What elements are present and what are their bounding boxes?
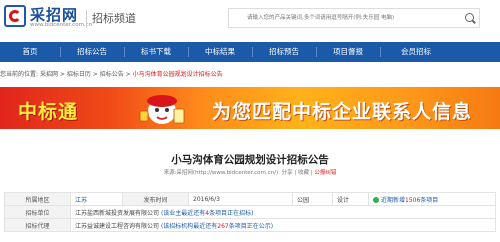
search-box — [228, 8, 480, 28]
date-label: 发布时间 — [122, 192, 189, 206]
breadcrumb-separator: > — [125, 71, 131, 78]
source-url-link[interactable]: http://www.bidcenter.com.cn/ — [195, 170, 276, 176]
date-value: 2016/6/3 — [188, 192, 293, 206]
bookmark-link[interactable]: 收藏 — [298, 170, 309, 176]
agency-label: 招标代理 — [4, 218, 71, 232]
recent-icon — [373, 197, 379, 203]
breadcrumb-link-calendar[interactable]: 招标日历 — [67, 69, 91, 78]
share-link[interactable]: 分享 — [282, 170, 293, 176]
banner-title: 中标通 — [18, 101, 79, 123]
nav-item-home[interactable]: 首页 — [0, 42, 60, 62]
mascot-icon — [139, 95, 185, 124]
table-row: 招标单位 江苏盐西新城投资发展有限公司 (该业主最近还有4条项目正在招标) — [4, 205, 496, 219]
breadcrumb-separator: > — [59, 71, 65, 78]
tenderer-value-cell: 江苏盐西新城投资发展有限公司 (该业主最近还有4条项目正在招标) — [70, 205, 496, 219]
agency-note[interactable]: (该招标机构最近还有267条项目正在公示) — [161, 223, 273, 230]
channel-title: 招标频道 — [92, 12, 136, 25]
source-end: ) — [275, 170, 279, 176]
tenderer-note-suffix: 条项目正在招标) — [209, 209, 254, 217]
header-divider — [86, 10, 87, 28]
breadcrumb-link-home[interactable]: 采招网 — [40, 69, 58, 78]
recent-projects[interactable]: 近期新增1506条项目 — [368, 192, 496, 206]
nav-item-bid-download[interactable]: 标书下载 — [124, 42, 188, 62]
tenderer-note[interactable]: (该业主最近还有4条项目正在招标) — [161, 210, 254, 217]
breadcrumb-link-notices[interactable]: 招标公告 — [100, 69, 124, 78]
recent-unit: 条项目 — [420, 196, 439, 204]
meta-separator: | — [310, 170, 313, 176]
logo-icon[interactable] — [4, 5, 26, 27]
tenderer-label: 招标单位 — [4, 205, 71, 219]
banner-slogan: 为您匹配中标企业联系人信息 — [212, 101, 473, 123]
nav-item-tender-preview[interactable]: 招标预告 — [252, 42, 316, 62]
table-row: 招标代理 江苏益诚建设工程咨询有限公司 (该招标机构最近还有267条项目正在公示… — [4, 218, 496, 232]
category-link-design[interactable]: 设计 — [332, 192, 369, 206]
meta-separator: | — [294, 170, 297, 176]
breadcrumb-current: 小马沟体育公园规划设计招标公告 — [132, 71, 223, 78]
agency-note-count: 267 — [217, 222, 229, 230]
breadcrumb-separator: > — [92, 71, 98, 78]
main-nav: 首页 招标公告 标书下载 中标结果 招标预告 项目督报 会员招标 — [0, 42, 500, 62]
agency-note-prefix: (该招标机构最近还有 — [160, 222, 218, 230]
promo-banner[interactable]: 中标通 为您匹配中标企业联系人信息 — [0, 87, 500, 129]
recent-text: 近期新增 — [381, 196, 406, 204]
report-error-link[interactable]: 公报纠错 — [314, 170, 336, 176]
breadcrumb-label: 您当前的位置: — [0, 71, 39, 78]
region-link[interactable]: 江苏 — [75, 197, 87, 204]
project-info-table: 所属地区 江苏 发布时间 2016/6/3 公园 设计 近期新增1506条项目 … — [4, 192, 496, 232]
agency-note-suffix: 条项目正在公示) — [228, 222, 274, 230]
breadcrumb: 您当前的位置: 采招网 > 招标日历 > 招标公告 > 小马沟体育公园规划设计招… — [0, 69, 500, 81]
table-row: 所属地区 江苏 发布时间 2016/6/3 公园 设计 近期新增1506条项目 — [4, 192, 496, 206]
region-label: 所属地区 — [4, 192, 71, 206]
tenderer-value: 江苏盐西新城投资发展有限公司 — [75, 209, 160, 217]
agency-value: 江苏益诚建设工程咨询有限公司 — [75, 222, 160, 230]
agency-value-cell: 江苏益诚建设工程咨询有限公司 (该招标机构最近还有267条项目正在公示) — [70, 218, 496, 232]
search-icon[interactable] — [465, 13, 474, 22]
nav-item-member-tender[interactable]: 会员招标 — [380, 42, 452, 62]
announcement-title: 小马沟体育公园规划设计招标公告 — [171, 154, 329, 166]
category-link[interactable]: 公园 — [292, 192, 333, 206]
nav-item-project-report[interactable]: 项目督报 — [316, 42, 380, 62]
recent-count: 1506 — [405, 196, 421, 204]
site-logo-url: www.bidcenter.com.cn — [30, 22, 93, 28]
nav-item-tender-notice[interactable]: 招标公告 — [60, 42, 124, 62]
source-label: 来源:采招网( — [163, 170, 196, 176]
tenderer-note-prefix: (该业主最近还有 — [160, 209, 206, 217]
region-value: 江苏 — [70, 192, 123, 206]
site-header: 采招网 www.bidcenter.com.cn 招标频道 — [0, 0, 500, 38]
announcement-meta: 来源:采招网(http://www.bidcenter.com.cn/) 分享 … — [0, 168, 500, 176]
nav-item-award-results[interactable]: 中标结果 — [188, 42, 252, 62]
search-input[interactable] — [229, 9, 459, 27]
